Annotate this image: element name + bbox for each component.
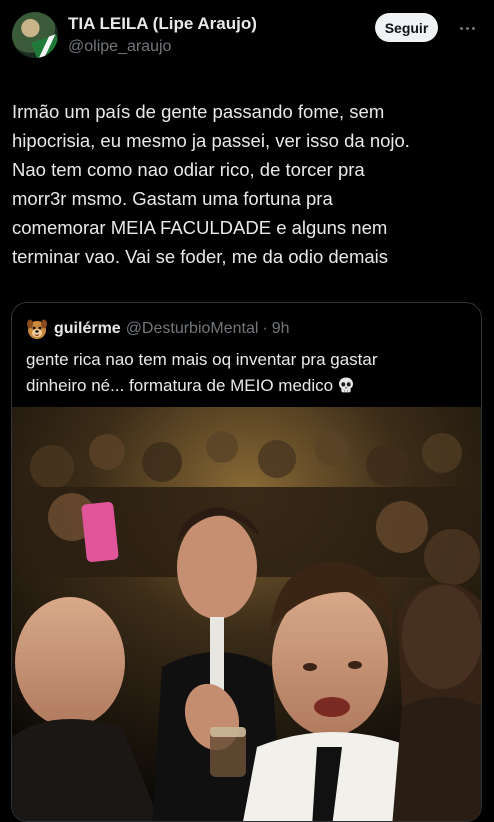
tweet-header: TIA LEILA (Lipe Araujo) @olipe_araujo Se…	[0, 0, 494, 80]
quote-text-segment: dinheiro né... formatura de MEIO medico	[26, 376, 334, 395]
tweet-body: Irmão um país de gente passando fome, se…	[12, 97, 482, 271]
party-crowd-photo[interactable]	[12, 407, 481, 821]
tweet-text-line: hipocrisia, eu mesmo ja passei, ver isso…	[12, 130, 410, 151]
more-dot	[459, 26, 463, 30]
tweet-text-line: comemorar MEIA FACULDADE e alguns nem	[12, 217, 388, 238]
quote-body: gente rica nao tem mais oq inventar pra …	[26, 347, 466, 402]
tweet-text-line: Nao tem como nao odiar rico, de torcer p…	[12, 159, 365, 180]
quote-author-handle[interactable]: @DesturbioMental	[126, 320, 259, 338]
tweet-text-line: morr3r msmo. Gastam uma fortuna pra	[12, 188, 333, 209]
more-dot	[471, 26, 475, 30]
tweet-text-line: Irmão um país de gente passando fome, se…	[12, 101, 385, 122]
tweet-text-line: terminar vao. Vai se foder, me da odio d…	[12, 246, 389, 267]
more-dot	[465, 26, 469, 30]
author-display-name[interactable]: TIA LEILA (Lipe Araujo)	[68, 14, 257, 34]
cartoon-dog-avatar-icon[interactable]	[26, 318, 48, 340]
quote-text-line: dinheiro né... formatura de MEIO medico	[26, 373, 466, 402]
flag-icon	[31, 34, 58, 58]
quote-header: guilérme @DesturbioMental · 9h	[26, 317, 290, 341]
quote-text-line: gente rica nao tem mais oq inventar pra …	[26, 350, 378, 369]
author-handle[interactable]: @olipe_araujo	[68, 36, 257, 58]
author-names: TIA LEILA (Lipe Araujo) @olipe_araujo	[68, 14, 257, 58]
quote-timestamp[interactable]: 9h	[272, 320, 290, 338]
more-options-icon[interactable]	[452, 16, 482, 40]
quote-separator: ·	[262, 320, 268, 337]
quote-author-name[interactable]: guilérme	[54, 320, 121, 338]
party-crowd-illustration	[12, 407, 481, 821]
skull-icon	[337, 376, 355, 402]
follow-button[interactable]: Seguir	[375, 13, 438, 42]
quoted-tweet[interactable]: guilérme @DesturbioMental · 9h gente ric…	[11, 302, 482, 822]
author-avatar[interactable]	[12, 12, 58, 58]
